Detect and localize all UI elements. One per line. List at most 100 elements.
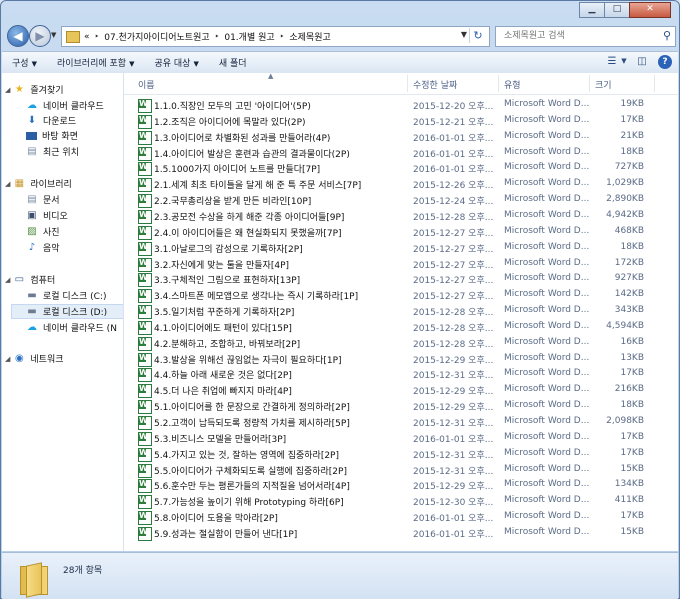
refresh-icon[interactable]: ↻	[469, 28, 486, 43]
table-row[interactable]: 2.4.이 아이디어들은 왜 현실화되지 못했을까[7P] 2015-12-27 …	[138, 225, 678, 240]
table-row[interactable]: 5.9.성과는 절실함이 만들어 낸다[1P] 2016-01-01 오후... M…	[138, 526, 678, 541]
column-modified[interactable]: 수정한 날짜	[413, 78, 457, 91]
word-document-icon	[138, 384, 152, 399]
table-row[interactable]: 3.4.스마트폰 메모앱으로 생각나는 즉시 기록하라[1P] 2015-12-2…	[138, 288, 678, 304]
nav-item-documents[interactable]: ▤ 문서	[26, 193, 59, 206]
forward-button[interactable]: ▶	[29, 25, 51, 47]
breadcrumb-separator-icon[interactable]: ‣	[215, 32, 220, 41]
expand-icon[interactable]: ◢	[5, 276, 10, 284]
nav-item-recent-places[interactable]: ▤ 최근 위치	[26, 145, 79, 158]
table-row[interactable]: 4.2.분해하고, 조합하고, 바꿔보라[2P] 2015-12-28 오후...…	[138, 336, 678, 351]
table-row[interactable]: 5.7.가능성을 높이기 위해 Prototyping 하라[6P] 2015-1…	[138, 494, 678, 510]
file-name: 5.8.아이디어 도용을 막아라[2P]	[154, 514, 278, 525]
nav-item-videos[interactable]: ▣ 비디오	[26, 209, 68, 222]
nav-item-desktop[interactable]: 바탕 화면	[26, 129, 78, 142]
help-icon[interactable]: ?	[658, 54, 672, 69]
breadcrumb-item[interactable]: 소제목원고	[289, 30, 330, 43]
column-divider[interactable]	[589, 75, 590, 92]
breadcrumb-item[interactable]: 07.천가지아이디어노트원고	[104, 30, 209, 43]
table-row[interactable]: 2.2.국무총리상을 받게 만든 비라인[10P] 2015-12-24 오후..…	[138, 193, 678, 209]
nav-network[interactable]: ◢ ◉ 네트워크	[5, 352, 64, 365]
file-name: 5.7.가능성을 높이기 위해 Prototyping 하라[6P]	[154, 498, 344, 509]
column-name[interactable]: 이름	[138, 78, 155, 91]
new-folder-button[interactable]: 새 폴더	[209, 56, 257, 69]
table-row[interactable]: 4.4.하늘 아래 새로운 것은 없다[2P] 2015-12-31 오후... M…	[138, 367, 678, 383]
nav-item-naver-cloud-drive[interactable]: ☁ 네이버 클라우드 (N	[26, 321, 117, 334]
nav-computer[interactable]: ◢ ▭ 컴퓨터	[5, 273, 55, 286]
nav-item-pictures[interactable]: ▨ 사진	[26, 225, 59, 238]
nav-favorites[interactable]: ◢ ★ 즐겨찾기	[5, 83, 64, 96]
table-row[interactable]: 3.2.자신에게 맞는 툴을 만들자[4P] 2015-12-27 오후... Mi…	[138, 257, 678, 272]
table-row[interactable]: 5.4.가지고 있는 것, 잘하는 영역에 집중하라[2P] 2015-12-31…	[138, 447, 678, 462]
share-with-menu[interactable]: 공유 대상 ▼	[144, 56, 208, 69]
breadcrumb-item[interactable]: 01.개별 원고	[224, 30, 274, 43]
table-row[interactable]: 1.3.아이디어로 차별화된 성과를 만들어라(4P) 2016-01-01 오후…	[138, 130, 678, 145]
table-row[interactable]: 3.3.구체적인 그림으로 표현하자[13P] 2015-12-27 오후... M…	[138, 272, 678, 288]
file-size: 343KB	[614, 305, 644, 316]
nav-libraries[interactable]: ◢ ▦ 라이브러리	[5, 177, 72, 190]
nav-item-downloads[interactable]: ⬇ 다운로드	[26, 114, 76, 127]
back-button[interactable]: ◀	[7, 25, 29, 47]
column-type[interactable]: 유형	[504, 78, 521, 91]
breadcrumb-separator-icon[interactable]: ‣	[280, 32, 285, 41]
column-divider[interactable]	[498, 75, 499, 92]
breadcrumb-overflow[interactable]: «	[84, 32, 90, 42]
table-row[interactable]: 5.8.아이디어 도용을 막아라[2P] 2016-01-01 오후... Micr…	[138, 510, 678, 526]
file-name: 1.3.아이디어로 차별화된 성과를 만들어라(4P)	[154, 133, 331, 144]
table-row[interactable]: 5.1.아이디어를 한 문장으로 간결하게 정의하라[2P] 2015-12-29…	[138, 399, 678, 415]
search-icon[interactable]: ⚲	[663, 29, 671, 42]
file-name: 5.6.훈수만 두는 평론가들의 지적질을 넘어서라[4P]	[154, 482, 350, 493]
nav-item-music[interactable]: ♪ 음악	[26, 241, 60, 254]
file-size: 16KB	[620, 336, 644, 347]
expand-icon[interactable]: ◢	[5, 180, 10, 188]
file-modified: 2015-12-27 오후...	[413, 260, 494, 271]
organize-menu[interactable]: 구성 ▼	[2, 56, 47, 69]
sort-ascending-icon: ▲	[268, 73, 274, 80]
table-row[interactable]: 1.2.조직은 아이디어에 목말라 있다(2P) 2015-12-21 오후...…	[138, 114, 678, 129]
table-row[interactable]: 3.5.일기처럼 꾸준하게 기록하자[2P] 2015-12-28 오후... Mi…	[138, 304, 678, 320]
table-row[interactable]: 2.3.공모전 수상을 하게 해준 각종 아이디어들[9P] 2015-12-28…	[138, 209, 678, 224]
chevron-down-icon[interactable]: ▼	[620, 54, 628, 69]
address-bar[interactable]: « ‣ 07.천가지아이디어노트원고 ‣ 01.개별 원고 ‣ 소제목원고 ▼ …	[61, 26, 490, 47]
file-name: 2.3.공모전 수상을 하게 해준 각종 아이디어들[9P]	[154, 212, 345, 223]
table-row[interactable]: 5.2.고객이 납득되도록 정량적 가치를 제시하라[5P] 2015-12-31…	[138, 415, 678, 430]
expand-icon[interactable]: ◢	[5, 355, 10, 363]
item-count: 28개 항목	[63, 566, 103, 576]
search-box[interactable]: ⚲	[495, 26, 676, 47]
table-row[interactable]: 4.1.아이디어에도 패턴이 있다[15P] 2015-12-28 오후... Mi…	[138, 320, 678, 335]
table-row[interactable]: 1.5.1000가지 아이디어 노트를 만들다[7P] 2016-01-01 오후…	[138, 161, 678, 177]
table-row[interactable]: 5.6.훈수만 두는 평론가들의 지적질을 넘어서라[4P] 2015-12-29…	[138, 478, 678, 494]
word-document-icon	[138, 479, 152, 494]
word-document-icon	[138, 114, 152, 129]
column-size[interactable]: 크기	[595, 78, 612, 91]
file-name: 1.2.조직은 아이디어에 목말라 있다(2P)	[154, 117, 306, 128]
file-name: 5.2.고객이 납득되도록 정량적 가치를 제시하라[5P]	[154, 419, 350, 429]
nav-item-naver-cloud[interactable]: ☁ 네이버 클라우드	[26, 99, 104, 112]
table-row[interactable]: 5.5.아이디어가 구체화되도록 실행에 집중하라[2P] 2015-12-31 …	[138, 463, 678, 478]
table-row[interactable]: 4.3.발상을 위해선 끊임없는 자극이 필요하다[1P] 2015-12-29 …	[138, 352, 678, 367]
expand-icon[interactable]: ◢	[5, 86, 10, 94]
address-dropdown-icon[interactable]: ▼	[461, 30, 467, 39]
include-library-menu[interactable]: 라이브러리에 포함 ▼	[47, 56, 145, 69]
file-type: Microsoft Word D...	[504, 146, 590, 157]
breadcrumb-separator-icon[interactable]: ‣	[95, 32, 100, 41]
close-button[interactable]: ✕	[629, 2, 671, 18]
nav-item-drive-d[interactable]: ▬ 로컬 디스크 (D:)	[11, 304, 123, 319]
view-options-icon[interactable]: ☰	[604, 54, 620, 69]
column-divider[interactable]	[654, 75, 655, 92]
table-row[interactable]: 2.1.세계 최초 타이틀을 달게 해 준 특 주문 서비스[7P] 2015-1…	[138, 177, 678, 193]
table-row[interactable]: 5.3.비즈니스 모델을 만들어라[3P] 2016-01-01 오후... Mic…	[138, 431, 678, 446]
table-row[interactable]: 1.4.아이디어 발상은 훈련과 습관의 결과물이다(2P) 2016-01-01…	[138, 146, 678, 161]
file-type: Microsoft Word D...	[504, 209, 590, 220]
nav-item-drive-c[interactable]: ▬ 로컬 디스크 (C:)	[26, 289, 106, 302]
table-row[interactable]: 1.1.0.직장인 모두의 고민 '아이디어'(5P) 2015-12-20 오후…	[138, 98, 678, 113]
column-divider[interactable]	[407, 75, 408, 92]
table-row[interactable]: 3.1.아날로그의 감성으로 기록하자[2P] 2015-12-27 오후... M…	[138, 241, 678, 256]
file-type: Microsoft Word D...	[504, 463, 590, 474]
maximize-button[interactable]: □	[604, 2, 630, 18]
history-dropdown-icon[interactable]: ▼	[51, 31, 56, 39]
preview-pane-icon[interactable]: ◫	[634, 54, 650, 69]
search-input[interactable]	[502, 30, 656, 42]
minimize-button[interactable]: ▁	[579, 2, 605, 18]
table-row[interactable]: 4.5.더 나은 취업에 빠지지 마라[4P] 2015-12-29 오후... M…	[138, 383, 678, 399]
